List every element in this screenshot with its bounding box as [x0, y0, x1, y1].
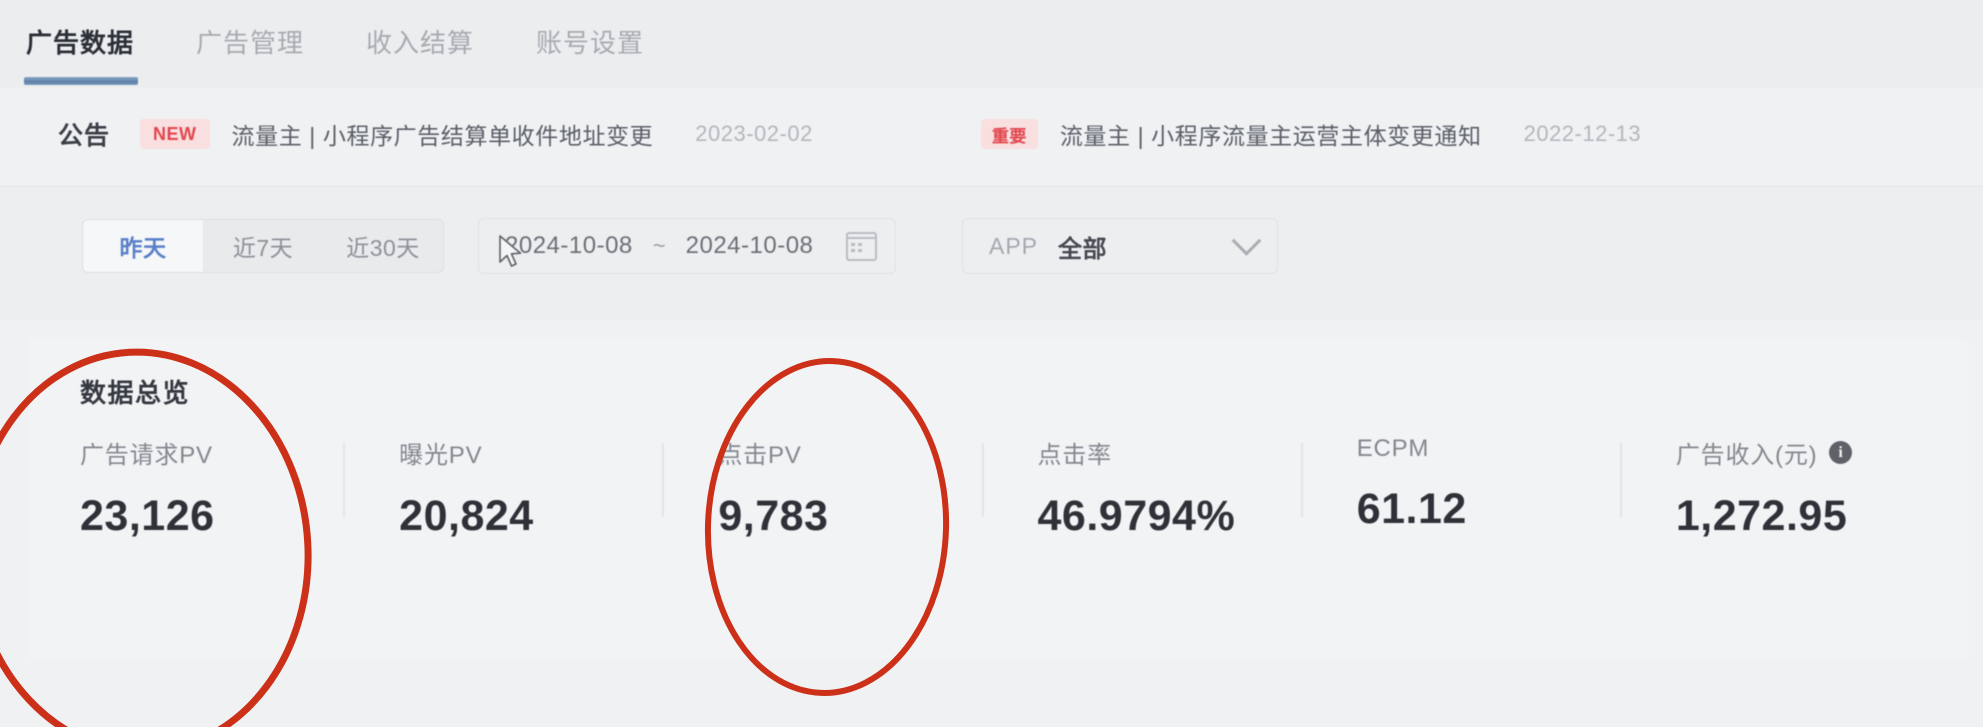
- metric-label-text: 点击率: [1037, 442, 1112, 469]
- announcement-bar: 公告 NEW 流量主 | 小程序广告结算单收件地址变更 2023-02-02 重…: [0, 88, 1983, 187]
- announcement-badge-important: 重要: [980, 119, 1038, 149]
- metric-value: 1,272.95: [1675, 492, 1848, 540]
- calendar-icon[interactable]: [846, 231, 877, 261]
- tab-ad-data[interactable]: 广告数据: [26, 26, 134, 60]
- top-tab-bar: 广告数据 广告管理 收入结算 账号设置: [0, 0, 1983, 88]
- metric-click-pv: 点击PV 9,783: [662, 435, 981, 541]
- metric-click-rate: 点击率 46.9794%: [981, 435, 1301, 541]
- metric-label-text: ECPM: [1356, 435, 1430, 462]
- data-overview-title: 数据总览: [80, 378, 191, 408]
- date-end-value[interactable]: 2024-10-08: [686, 232, 814, 260]
- metric-ad-request-pv: 广告请求PV 23,126: [80, 435, 343, 541]
- metric-label: 点击率: [1038, 435, 1301, 470]
- metric-label: ECPM: [1357, 435, 1620, 463]
- active-tab-indicator: [24, 77, 138, 85]
- date-preset-last-7-days[interactable]: 近7天: [203, 220, 323, 272]
- date-preset-yesterday[interactable]: 昨天: [83, 220, 203, 272]
- ad-dashboard-page: 广告数据 广告管理 收入结算 账号设置 公告 NEW 流量主 | 小程序广告结算…: [0, 0, 1983, 727]
- announcement-date-2: 2022-12-13: [1523, 121, 1642, 146]
- metric-value: 61.12: [1356, 485, 1467, 533]
- metric-impression-pv: 曝光PV 20,824: [343, 435, 662, 541]
- announcement-date-1: 2023-02-02: [695, 121, 813, 146]
- app-filter-label: APP: [989, 232, 1039, 259]
- metric-label-text: 广告请求PV: [80, 442, 213, 469]
- announcement-badge-new: NEW: [140, 119, 210, 149]
- metric-list: 广告请求PV 23,126 曝光PV 20,824 点击PV 9,783 点击率…: [80, 435, 1939, 541]
- announcement-label: 公告: [58, 122, 111, 150]
- data-overview-card: 数据总览 广告请求PV 23,126 曝光PV 20,824 点击PV 9,78…: [28, 339, 1969, 659]
- filter-controls: 昨天 近7天 近30天 2024-10-08 ~ 2024-10-08 APP …: [82, 218, 1278, 274]
- tab-revenue-settlement[interactable]: 收入结算: [366, 26, 474, 60]
- tab-account-settings[interactable]: 账号设置: [536, 26, 644, 60]
- app-filter-value: 全部: [1058, 235, 1108, 263]
- tab-ad-management[interactable]: 广告管理: [196, 26, 304, 60]
- filter-bar: 昨天 近7天 近30天 2024-10-08 ~ 2024-10-08 APP …: [0, 187, 1983, 319]
- info-icon[interactable]: i: [1829, 441, 1853, 464]
- metric-ad-revenue: 广告收入(元) i 1,272.95: [1619, 435, 1939, 541]
- data-overview-section: 数据总览 广告请求PV 23,126 曝光PV 20,824 点击PV 9,78…: [0, 319, 1983, 727]
- metric-label: 曝光PV: [399, 435, 662, 470]
- metric-label-text: 曝光PV: [399, 442, 483, 469]
- announcement-item-1[interactable]: NEW 流量主 | 小程序广告结算单收件地址变更 2023-02-02: [140, 117, 813, 151]
- metric-value: 9,783: [718, 492, 829, 540]
- metric-label: 点击PV: [718, 435, 981, 470]
- app-filter-select[interactable]: APP 全部: [962, 218, 1278, 274]
- metric-label-text: 点击PV: [718, 442, 802, 469]
- date-preset-group: 昨天 近7天 近30天: [82, 219, 444, 273]
- metric-value: 46.9794%: [1037, 492, 1236, 540]
- metric-label: 广告请求PV: [80, 435, 343, 470]
- tab-list: 广告数据 广告管理 收入结算 账号设置: [26, 26, 644, 60]
- metric-value: 23,126: [80, 492, 215, 540]
- date-start-value[interactable]: 2024-10-08: [505, 232, 633, 260]
- metric-label: 广告收入(元) i: [1676, 435, 1939, 470]
- date-range-picker[interactable]: 2024-10-08 ~ 2024-10-08: [478, 218, 896, 274]
- announcement-row: 公告 NEW 流量主 | 小程序广告结算单收件地址变更 2023-02-02 重…: [58, 116, 1943, 152]
- metric-value: 20,824: [399, 492, 534, 540]
- chevron-down-icon[interactable]: [1231, 225, 1262, 256]
- metric-label-text: 广告收入(元): [1675, 442, 1818, 469]
- date-range-separator: ~: [652, 233, 666, 258]
- announcement-text-2[interactable]: 流量主 | 小程序流量主运营主体变更通知: [1060, 117, 1482, 151]
- announcement-item-2[interactable]: 重要 流量主 | 小程序流量主运营主体变更通知 2022-12-13: [980, 117, 1642, 151]
- date-preset-last-30-days[interactable]: 近30天: [323, 220, 443, 272]
- announcement-text-1[interactable]: 流量主 | 小程序广告结算单收件地址变更: [232, 117, 654, 151]
- metric-ecpm: ECPM 61.12: [1300, 435, 1620, 541]
